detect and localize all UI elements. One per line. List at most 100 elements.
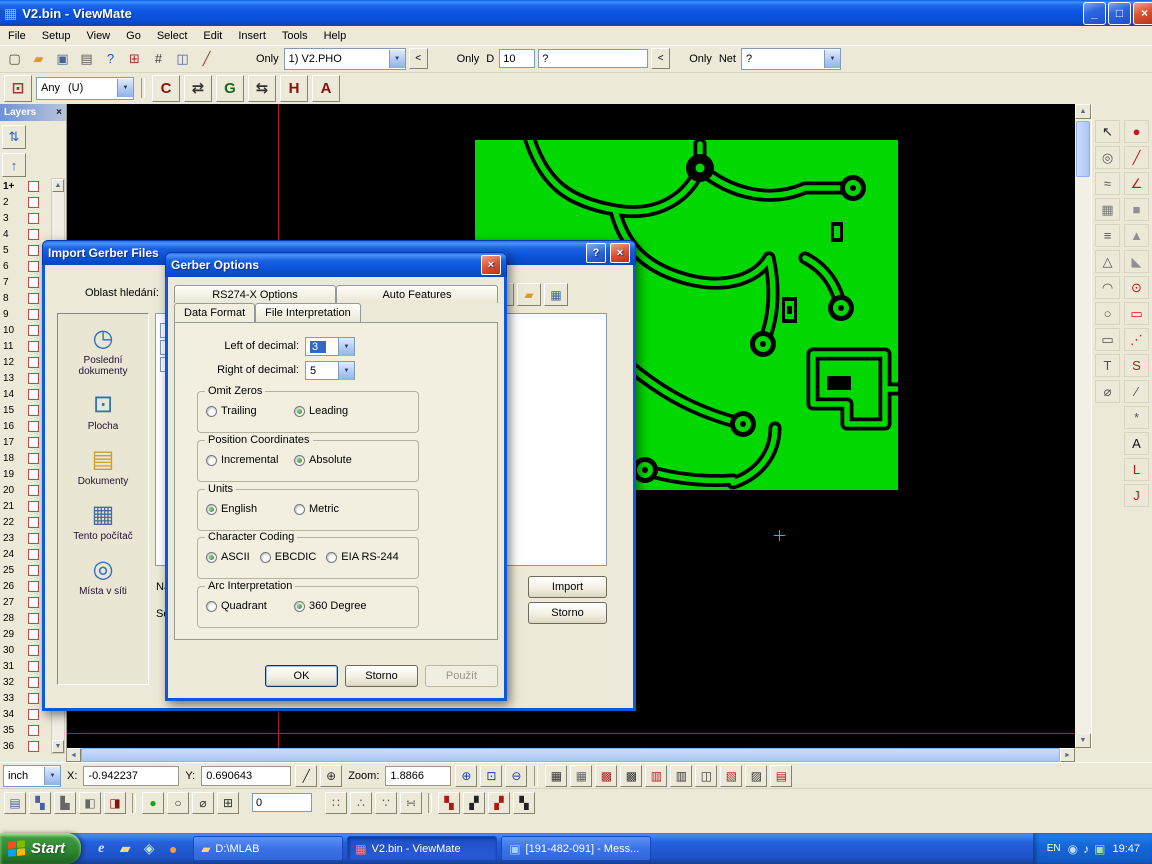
layer-visibility-checkbox[interactable] [28, 181, 39, 192]
taskbar-task[interactable]: ▰ D:\MLAB [193, 836, 343, 861]
film-set-icon[interactable]: ▚ [29, 792, 51, 814]
select-arc-icon[interactable]: ◠ [1095, 276, 1120, 299]
layer-visibility-checkbox[interactable] [28, 725, 39, 736]
tab[interactable]: File Interpretation [255, 303, 361, 322]
chevron-down-icon[interactable]: ▼ [389, 50, 405, 68]
y-coordinate-field[interactable]: 0.690643 [201, 766, 291, 786]
layer-visibility-checkbox[interactable] [28, 421, 39, 432]
chevron-down-icon[interactable]: ▼ [117, 79, 133, 97]
text-tool-icon[interactable]: A [312, 75, 340, 102]
minimize-button[interactable]: _ [1083, 2, 1106, 25]
layer-row[interactable]: 3 [0, 210, 50, 226]
layer-visibility-checkbox[interactable] [28, 277, 39, 288]
draw-dotted-icon[interactable]: ⋰ [1124, 328, 1149, 351]
radio-option[interactable]: Leading [294, 405, 382, 417]
vertical-scrollbar[interactable]: ▲ ▼ [1075, 104, 1091, 748]
menu-item[interactable]: Insert [230, 29, 274, 43]
layer-visibility-checkbox[interactable] [28, 213, 39, 224]
rotate-c-icon[interactable]: C [152, 75, 180, 102]
layer-visibility-checkbox[interactable] [28, 549, 39, 560]
tab-left-icon[interactable]: ◧ [79, 792, 101, 814]
sketch-view-icon[interactable]: ▧ [720, 765, 742, 787]
layer-visibility-checkbox[interactable] [28, 661, 39, 672]
layer-view-icon[interactable]: ▩ [620, 765, 642, 787]
select-rect-icon[interactable]: ▭ [1095, 328, 1120, 351]
chevron-down-icon[interactable]: ▼ [824, 50, 840, 68]
tab[interactable]: RS274-X Options [174, 285, 336, 303]
draw-triangle-icon[interactable]: ▲ [1124, 224, 1149, 247]
menu-item[interactable]: Setup [34, 29, 79, 43]
chevron-down-icon[interactable]: ▼ [44, 767, 60, 785]
layer-visibility-checkbox[interactable] [28, 581, 39, 592]
start-button[interactable]: Start [0, 833, 81, 864]
antivirus-tray-icon[interactable]: ▣ [1094, 842, 1105, 856]
pattern-red-1-icon[interactable]: ▚ [438, 792, 460, 814]
film-box-icon[interactable]: ▤ [4, 792, 26, 814]
select-pad-icon[interactable]: ◎ [1095, 146, 1120, 169]
layers-panel-titlebar[interactable]: Layers × [0, 104, 66, 121]
layer-visibility-checkbox[interactable] [28, 677, 39, 688]
draw-wedge-icon[interactable]: ◣ [1124, 250, 1149, 273]
grid-toggle-icon[interactable]: ▦ [545, 765, 567, 787]
aperture-grid-icon[interactable]: ⊞ [124, 48, 145, 69]
pattern-red-2-icon[interactable]: ▞ [488, 792, 510, 814]
chevron-down-icon[interactable]: ▼ [338, 338, 354, 356]
layer-visibility-checkbox[interactable] [28, 485, 39, 496]
language-indicator[interactable]: EN [1047, 843, 1061, 854]
layer-visibility-checkbox[interactable] [28, 357, 39, 368]
layer-visibility-checkbox[interactable] [28, 261, 39, 272]
quad-view-icon[interactable]: ◫ [695, 765, 717, 787]
measure-grid-icon[interactable]: # [148, 48, 169, 69]
firefox-quick-icon[interactable]: ● [163, 839, 183, 859]
grid-small-icon[interactable]: ⊞ [217, 792, 239, 814]
swap-layers-icon[interactable]: ⇆ [248, 75, 276, 102]
prev-dcode-button[interactable]: < [651, 48, 670, 69]
menu-item[interactable]: Tools [274, 29, 316, 43]
volume-tray-icon[interactable]: ♪ [1083, 842, 1089, 856]
menu-item[interactable]: View [78, 29, 118, 43]
view-menu-icon[interactable]: ▦ [544, 283, 568, 306]
layer-visibility-checkbox[interactable] [28, 197, 39, 208]
layer-reorder-icon[interactable]: ⇅ [2, 125, 26, 149]
radio-option[interactable]: Trailing [206, 405, 294, 417]
draw-circle-icon[interactable]: ⊙ [1124, 276, 1149, 299]
layer-visibility-checkbox[interactable] [28, 597, 39, 608]
negative-view-icon[interactable]: ▥ [670, 765, 692, 787]
layer-row[interactable]: 1+ [0, 178, 50, 194]
h-mirror-icon[interactable]: H [280, 75, 308, 102]
layer-visibility-checkbox[interactable] [28, 325, 39, 336]
text-a-icon[interactable]: A [1124, 432, 1149, 455]
scroll-down-icon[interactable]: ▼ [1075, 733, 1091, 748]
place-network[interactable]: ◎ Místa v síti [58, 557, 148, 597]
layers-close-icon[interactable]: × [56, 107, 62, 118]
measure-tool-icon[interactable]: ⌀ [1095, 380, 1120, 403]
slope-readout-icon[interactable]: ╱ [295, 765, 317, 787]
import-button[interactable]: Import [528, 576, 607, 598]
folder-quick-icon[interactable]: ▰ [115, 839, 135, 859]
step-repeat-icon[interactable]: ▙ [54, 792, 76, 814]
radio-option[interactable]: Quadrant [206, 600, 294, 612]
prev-layer-button[interactable]: < [409, 48, 428, 69]
layer-visibility-checkbox[interactable] [28, 341, 39, 352]
scroll-up-icon[interactable]: ▲ [52, 179, 64, 192]
chevron-down-icon[interactable]: ▼ [338, 362, 354, 380]
dcode-filter-input[interactable] [538, 49, 648, 68]
ring-icon[interactable]: ○ [167, 792, 189, 814]
layer-visibility-checkbox[interactable] [28, 533, 39, 544]
slope-tool-icon[interactable]: ╱ [196, 48, 217, 69]
dither-4-icon[interactable]: ∺ [400, 792, 422, 814]
clock[interactable]: 19:47 [1112, 843, 1140, 855]
draw-filled-rect-icon[interactable]: ■ [1124, 198, 1149, 221]
pattern-black-1-icon[interactable]: ▞ [463, 792, 485, 814]
zoom-in-icon[interactable]: ⊕ [455, 765, 477, 787]
scroll-down-icon[interactable]: ▼ [52, 740, 64, 753]
board-view-icon[interactable]: ▩ [595, 765, 617, 787]
gerber-dialog-titlebar[interactable]: Gerber Options × [165, 252, 507, 277]
taskbar-task[interactable]: ▣ [191-482-091] - Mess... [501, 836, 651, 861]
zoom-field[interactable]: 1.8866 [385, 766, 451, 786]
select-polygon-icon[interactable]: △ [1095, 250, 1120, 273]
layer-visibility-checkbox[interactable] [28, 437, 39, 448]
restore-button[interactable]: □ [1108, 2, 1131, 25]
net-filter-combo[interactable]: ? ▼ [741, 48, 841, 70]
horizontal-scroll-thumb[interactable] [81, 748, 1060, 762]
